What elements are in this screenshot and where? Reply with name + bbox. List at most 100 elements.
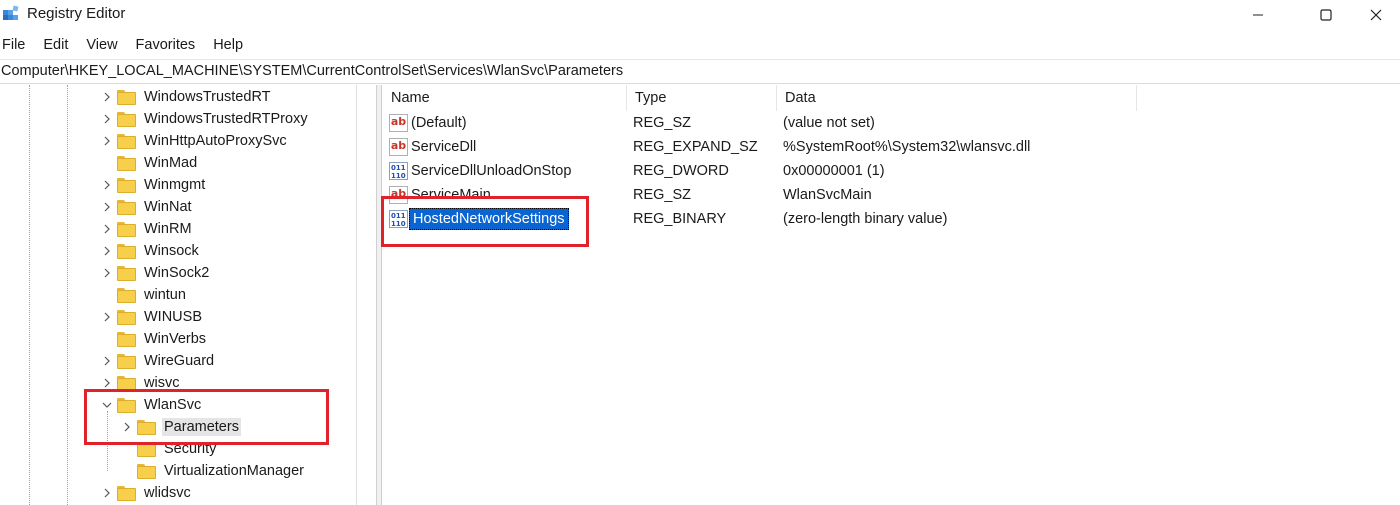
tree-connector — [99, 328, 115, 350]
value-type: REG_EXPAND_SZ — [633, 139, 758, 155]
chevron-right-icon[interactable] — [99, 482, 115, 504]
tree-item[interactable]: Winsock — [99, 240, 201, 262]
tree-item[interactable]: WinSock2 — [99, 262, 211, 284]
chevron-right-icon[interactable] — [99, 350, 115, 372]
maximize-button[interactable] — [1303, 0, 1349, 30]
value-data: 0x00000001 (1) — [783, 163, 885, 179]
value-row[interactable]: ab ServiceDll REG_EXPAND_SZ %SystemRoot%\Sy… — [383, 135, 1400, 159]
column-header-data[interactable]: Data — [777, 85, 1137, 111]
tree-item[interactable]: WinHttpAutoProxySvc — [99, 130, 289, 152]
value-row[interactable]: 011 110 ServiceDllUnloadOnStop REG_DWORD 0x0… — [383, 159, 1400, 183]
folder-icon — [117, 243, 137, 259]
chevron-right-icon[interactable] — [99, 262, 115, 284]
folder-icon — [117, 331, 137, 347]
folder-icon — [117, 133, 137, 149]
tree-item-label[interactable]: WireGuard — [142, 352, 216, 370]
tree-item-label[interactable]: WinVerbs — [142, 330, 208, 348]
tree-item[interactable]: WireGuard — [99, 350, 216, 372]
tree-guide-line — [29, 85, 30, 505]
tree-item-label[interactable]: WindowsTrustedRTProxy — [142, 110, 310, 128]
tree-item[interactable]: WindowsTrustedRTProxy — [99, 108, 310, 130]
maximize-icon — [1320, 9, 1332, 21]
tree-item-label[interactable]: WinMad — [142, 154, 199, 172]
folder-icon — [117, 309, 137, 325]
menu-view[interactable]: View — [77, 33, 126, 57]
folder-icon — [117, 221, 137, 237]
tree-connector — [119, 460, 135, 482]
tree-item-label[interactable]: WinNat — [142, 198, 194, 216]
value-type: REG_BINARY — [633, 211, 727, 227]
tree-scrollbar-edge — [356, 85, 357, 505]
string-value-icon: ab — [389, 138, 408, 156]
tree-item[interactable]: WinVerbs — [99, 328, 208, 350]
menu-help[interactable]: Help — [204, 33, 252, 57]
tree-item[interactable]: WinNat — [99, 196, 194, 218]
chevron-right-icon[interactable] — [99, 130, 115, 152]
tree-item-label[interactable]: Winmgmt — [142, 176, 207, 194]
tree-item-label[interactable]: WinSock2 — [142, 264, 211, 282]
address-bar[interactable]: Computer\HKEY_LOCAL_MACHINE\SYSTEM\Curre… — [0, 60, 1400, 84]
column-header-type[interactable]: Type — [627, 85, 777, 111]
value-data: (zero-length binary value) — [783, 211, 948, 227]
close-icon — [1370, 9, 1382, 21]
tree-item[interactable]: wintun — [99, 284, 188, 306]
folder-icon — [117, 485, 137, 501]
address-path[interactable]: Computer\HKEY_LOCAL_MACHINE\SYSTEM\Curre… — [1, 63, 623, 79]
pane-splitter[interactable] — [376, 85, 382, 505]
tree-item-label[interactable]: WinHttpAutoProxySvc — [142, 132, 289, 150]
value-type: REG_DWORD — [633, 163, 729, 179]
folder-icon — [117, 89, 137, 105]
value-type: REG_SZ — [633, 187, 692, 203]
tree-item[interactable]: WinRM — [99, 218, 194, 240]
column-header-name[interactable]: Name — [383, 85, 627, 111]
chevron-right-icon[interactable] — [99, 174, 115, 196]
tree-item-label[interactable]: Winsock — [142, 242, 201, 260]
folder-icon — [117, 265, 137, 281]
highlight-box-hostednetworksettings — [381, 196, 589, 247]
values-list[interactable]: Name Type Data ab (Default) REG_SZ (value n… — [383, 85, 1400, 505]
folder-icon — [117, 155, 137, 171]
menu-favorites[interactable]: Favorites — [127, 33, 205, 57]
tree-item[interactable]: WINUSB — [99, 306, 204, 328]
tree-item[interactable]: WinMad — [99, 152, 199, 174]
value-type: REG_SZ — [633, 115, 692, 131]
tree-item-label[interactable]: WindowsTrustedRT — [142, 88, 273, 106]
chevron-right-icon[interactable] — [99, 196, 115, 218]
tree-item[interactable]: Winmgmt — [99, 174, 207, 196]
title-bar: Registry Editor — [0, 0, 1400, 30]
svg-text:011: 011 — [391, 164, 406, 172]
tree-item-label[interactable]: WinRM — [142, 220, 194, 238]
menu-edit[interactable]: Edit — [34, 33, 77, 57]
tree-item-label[interactable]: wintun — [142, 286, 188, 304]
svg-text:110: 110 — [391, 172, 406, 179]
string-value-icon: ab — [389, 114, 408, 132]
value-name[interactable]: ServiceDllUnloadOnStop — [411, 159, 571, 183]
chevron-right-icon[interactable] — [99, 86, 115, 108]
value-data: WlanSvcMain — [783, 187, 872, 203]
folder-icon — [117, 199, 137, 215]
value-name[interactable]: (Default) — [411, 111, 467, 135]
value-data: (value not set) — [783, 115, 875, 131]
chevron-right-icon[interactable] — [99, 218, 115, 240]
tree-item[interactable]: WindowsTrustedRT — [99, 86, 273, 108]
minimize-button[interactable] — [1235, 0, 1281, 30]
registry-icon — [3, 5, 19, 20]
tree-item-label[interactable]: wlidsvc — [142, 484, 193, 502]
window-title: Registry Editor — [27, 5, 126, 22]
tree-item-label[interactable]: WINUSB — [142, 308, 204, 326]
tree-connector — [99, 152, 115, 174]
chevron-right-icon[interactable] — [99, 306, 115, 328]
menu-file[interactable]: File — [0, 33, 34, 57]
folder-icon — [117, 353, 137, 369]
value-row[interactable]: ab (Default) REG_SZ (value not set) — [383, 111, 1400, 135]
value-name[interactable]: ServiceDll — [411, 135, 476, 159]
tree-connector — [99, 284, 115, 306]
folder-icon — [117, 177, 137, 193]
folder-icon — [137, 463, 157, 479]
tree-item-label[interactable]: VirtualizationManager — [162, 462, 306, 480]
chevron-right-icon[interactable] — [99, 108, 115, 130]
chevron-right-icon[interactable] — [99, 240, 115, 262]
tree-item[interactable]: wlidsvc — [99, 482, 193, 504]
tree-item[interactable]: VirtualizationManager — [119, 460, 306, 482]
close-button[interactable] — [1353, 0, 1399, 30]
